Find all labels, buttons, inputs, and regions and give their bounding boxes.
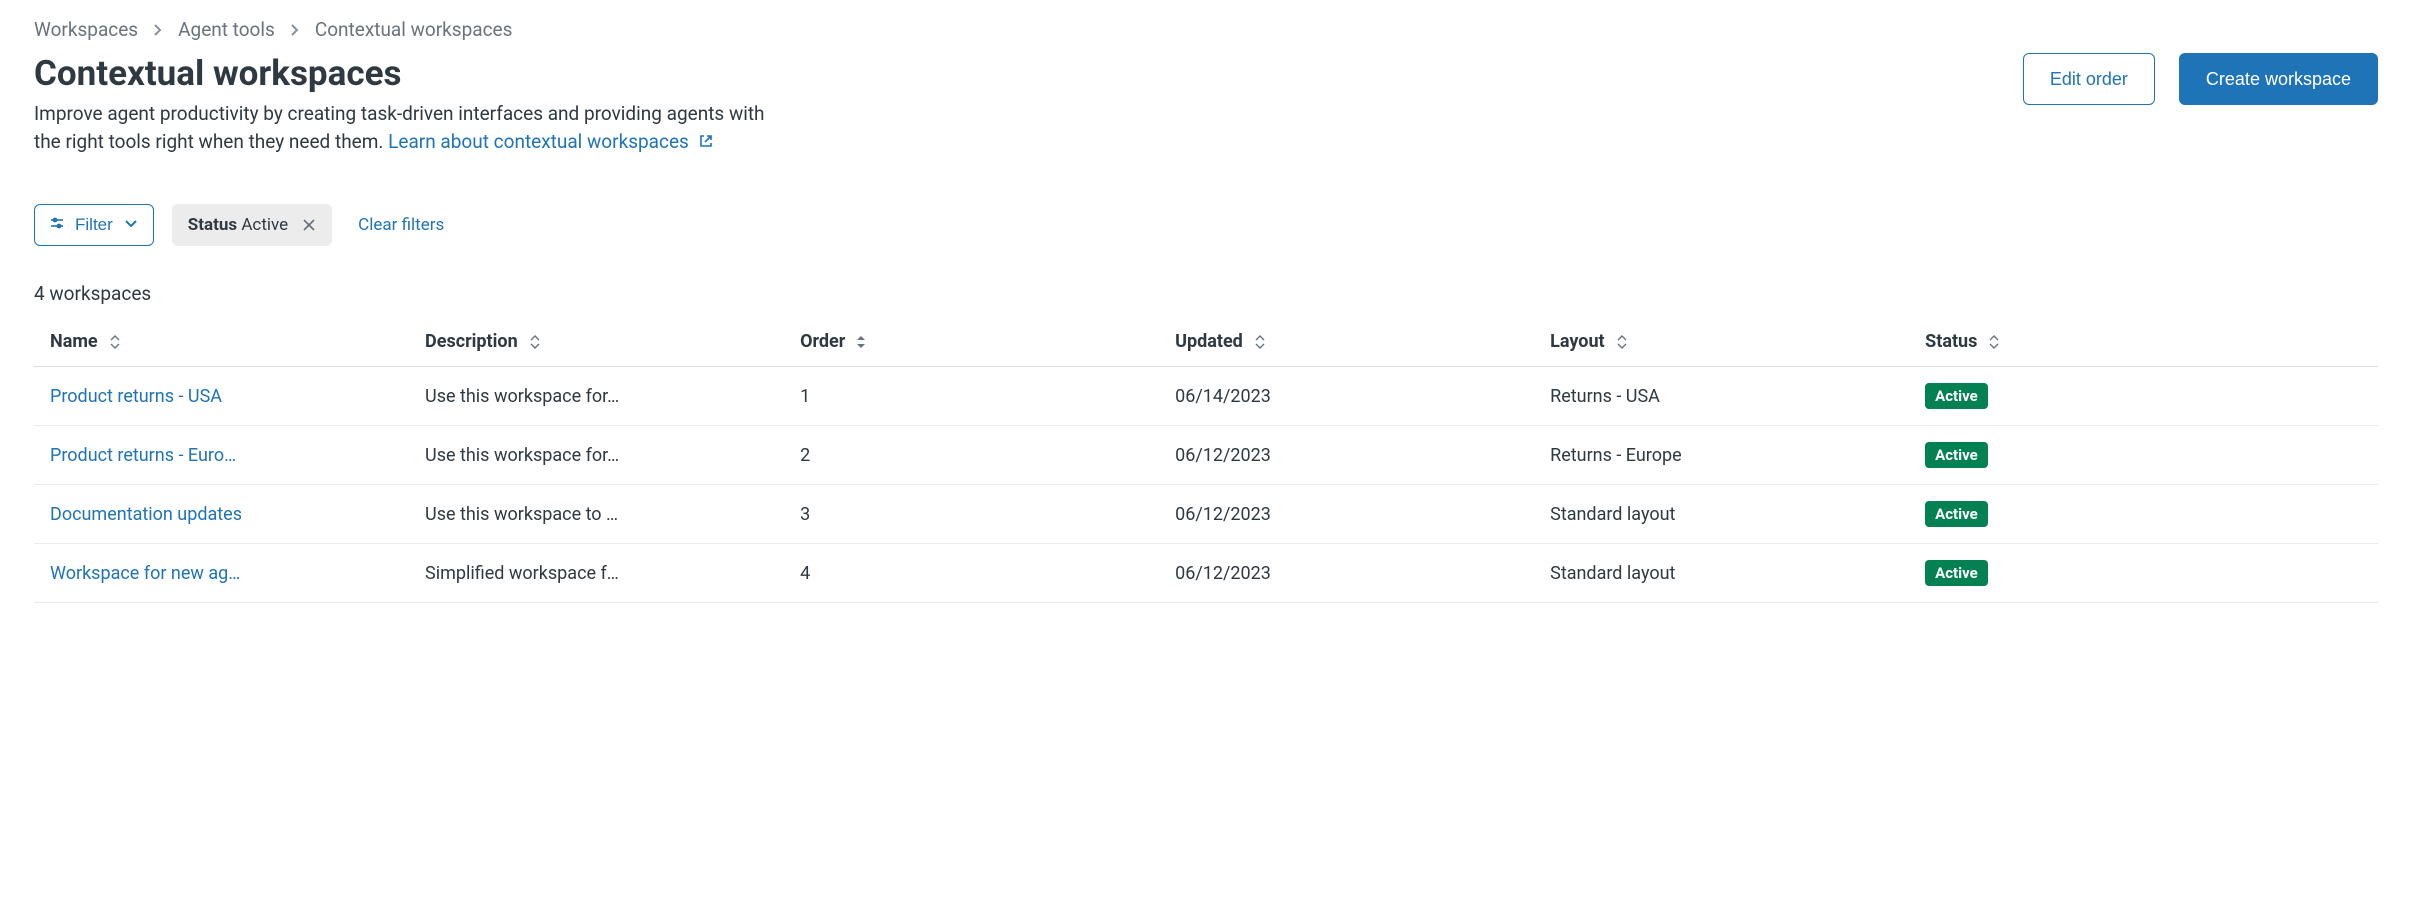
table-row: Workspace for new ag… Simplified workspa… xyxy=(34,544,2378,603)
workspace-layout: Standard layout xyxy=(1550,504,1675,525)
sort-icon xyxy=(528,334,542,350)
workspace-count: 4 workspaces xyxy=(34,282,2378,305)
workspace-name-link[interactable]: Documentation updates xyxy=(50,504,393,525)
page-title: Contextual workspaces xyxy=(34,53,794,94)
status-badge: Active xyxy=(1925,442,1988,468)
filter-chip-status[interactable]: Status Active xyxy=(172,204,332,246)
breadcrumb-agent-tools[interactable]: Agent tools xyxy=(178,18,275,41)
column-header-layout-label: Layout xyxy=(1550,331,1605,352)
status-badge: Active xyxy=(1925,383,1988,409)
create-workspace-button[interactable]: Create workspace xyxy=(2179,53,2378,105)
table-row: Documentation updates Use this workspace… xyxy=(34,485,2378,544)
workspace-name-link[interactable]: Product returns - Euro… xyxy=(50,445,393,466)
workspace-layout: Standard layout xyxy=(1550,563,1675,584)
breadcrumb-current: Contextual workspaces xyxy=(315,18,513,41)
workspace-name-link[interactable]: Workspace for new ag… xyxy=(50,563,393,584)
column-header-updated-label: Updated xyxy=(1175,331,1243,352)
workspace-description: Use this workspace for… xyxy=(425,386,768,407)
column-header-layout[interactable]: Layout xyxy=(1550,331,1629,352)
external-link-icon xyxy=(698,129,714,157)
filter-button[interactable]: Filter xyxy=(34,204,154,246)
table-row: Product returns - USA Use this workspace… xyxy=(34,367,2378,426)
filter-chip-value: Active xyxy=(241,215,288,235)
column-header-description[interactable]: Description xyxy=(425,331,542,352)
close-icon[interactable] xyxy=(302,218,316,232)
workspace-order: 4 xyxy=(800,563,810,584)
chevron-right-icon xyxy=(150,22,166,38)
workspace-description: Simplified workspace f… xyxy=(425,563,768,584)
column-header-status[interactable]: Status xyxy=(1925,331,2001,352)
status-badge: Active xyxy=(1925,501,1988,527)
edit-order-button[interactable]: Edit order xyxy=(2023,53,2155,105)
workspace-updated: 06/14/2023 xyxy=(1175,386,1271,407)
workspace-name-link[interactable]: Product returns - USA xyxy=(50,386,393,407)
sliders-icon xyxy=(49,215,65,236)
sort-icon xyxy=(855,335,867,349)
column-header-description-label: Description xyxy=(425,331,518,352)
workspaces-table: Name Description Order xyxy=(34,317,2378,603)
workspace-updated: 06/12/2023 xyxy=(1175,563,1271,584)
workspace-layout: Returns - USA xyxy=(1550,386,1660,407)
filter-button-label: Filter xyxy=(75,215,113,235)
filter-chip-key: Status xyxy=(188,215,237,235)
workspace-order: 1 xyxy=(800,386,810,407)
sort-icon xyxy=(1253,334,1267,350)
sort-icon xyxy=(1615,334,1629,350)
column-header-updated[interactable]: Updated xyxy=(1175,331,1267,352)
column-header-order-label: Order xyxy=(800,331,845,352)
sort-icon xyxy=(108,334,122,350)
column-header-order[interactable]: Order xyxy=(800,331,867,352)
breadcrumb: Workspaces Agent tools Contextual worksp… xyxy=(34,18,2378,41)
status-badge: Active xyxy=(1925,560,1988,586)
workspace-description: Use this workspace to … xyxy=(425,504,768,525)
workspace-order: 2 xyxy=(800,445,810,466)
column-header-status-label: Status xyxy=(1925,331,1977,352)
workspace-description: Use this workspace for… xyxy=(425,445,768,466)
chevron-down-icon xyxy=(123,215,139,236)
sort-icon xyxy=(1987,334,2001,350)
workspace-updated: 06/12/2023 xyxy=(1175,445,1271,466)
breadcrumb-workspaces[interactable]: Workspaces xyxy=(34,18,138,41)
chevron-right-icon xyxy=(287,22,303,38)
column-header-name[interactable]: Name xyxy=(50,331,122,352)
learn-more-link[interactable]: Learn about contextual workspaces xyxy=(388,130,713,153)
workspace-updated: 06/12/2023 xyxy=(1175,504,1271,525)
workspace-order: 3 xyxy=(800,504,810,525)
clear-filters-link[interactable]: Clear filters xyxy=(358,215,444,235)
page-description-block: Improve agent productivity by creating t… xyxy=(34,100,794,156)
learn-more-label: Learn about contextual workspaces xyxy=(388,130,689,153)
workspace-layout: Returns - Europe xyxy=(1550,445,1682,466)
table-row: Product returns - Euro… Use this workspa… xyxy=(34,426,2378,485)
column-header-name-label: Name xyxy=(50,331,98,352)
